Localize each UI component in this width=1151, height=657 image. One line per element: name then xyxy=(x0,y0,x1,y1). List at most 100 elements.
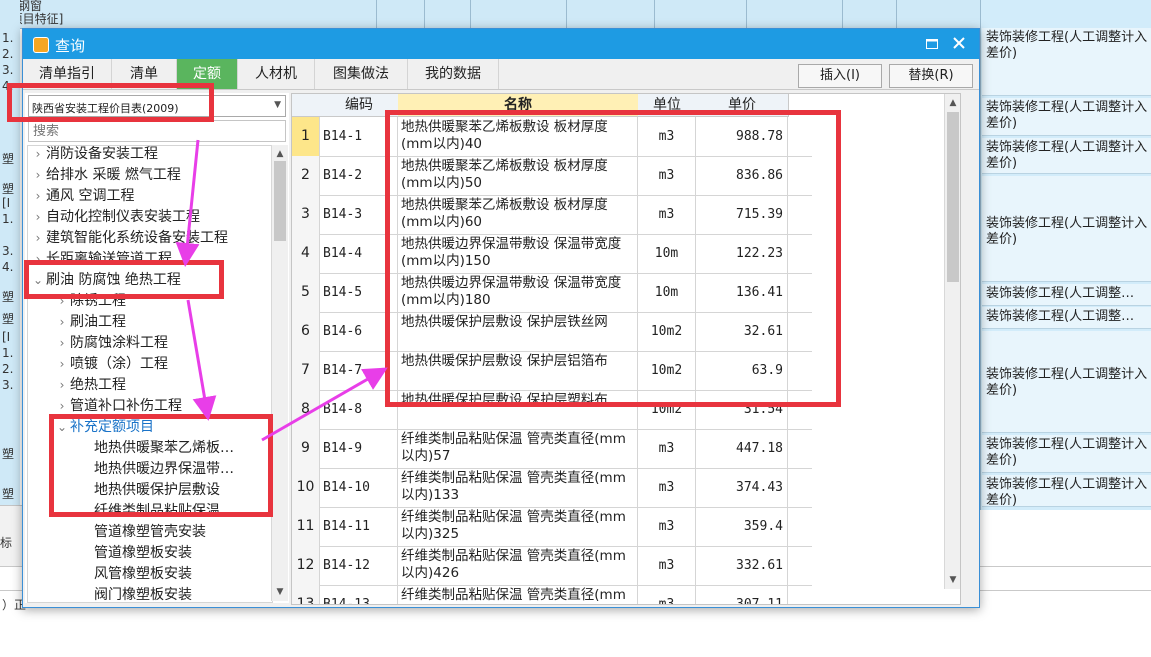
tree-item[interactable]: 管道橡塑板安装 xyxy=(78,543,192,563)
scroll-down-icon[interactable]: ▼ xyxy=(272,585,288,599)
row-index: 4 xyxy=(292,234,320,273)
table-row[interactable]: 1 B14-1 地热供暖聚苯乙烯板敷设 板材厚度(mm以内)40 m3 988.78 xyxy=(292,117,812,157)
grid-header-price[interactable]: 单价 xyxy=(696,94,789,117)
bg-top-row: 塑钢窗 [项目特征] xyxy=(0,0,980,29)
tree-item[interactable]: › 消防设备安装工程 xyxy=(30,146,158,164)
bg-left-text: 3. xyxy=(2,63,14,77)
table-row[interactable]: 11 B14-11 纤维类制品粘贴保温 管壳类直径(mm以内)325 m3 359.4 xyxy=(292,507,812,547)
grid-scrollbar[interactable]: ▲ ▼ xyxy=(944,94,960,589)
tree-item[interactable]: › 自动化控制仪表安装工程 xyxy=(30,207,200,227)
tree-item[interactable]: › 绝热工程 xyxy=(54,375,126,395)
table-row[interactable]: 8 B14-8 地热供暖保护层敷设 保护层塑料布 10m2 31.54 xyxy=(292,390,812,430)
bg-left-text: 塑 xyxy=(2,312,15,326)
tree-item[interactable]: 地热供暖保护层敷设 xyxy=(78,480,220,500)
cell-code: B14-9 xyxy=(320,429,398,468)
tree-item[interactable]: › 防腐蚀涂料工程 xyxy=(54,333,168,353)
chevron-right-icon[interactable]: › xyxy=(54,354,70,374)
tree-item[interactable]: › 除锈工程 xyxy=(54,291,126,311)
chevron-right-icon[interactable]: › xyxy=(54,312,70,332)
tab-bill-guide[interactable]: 清单指引 xyxy=(23,59,112,89)
scroll-up-icon[interactable]: ▲ xyxy=(272,147,288,161)
chevron-down-icon[interactable]: ⌄ xyxy=(54,417,70,437)
bg-left-text: 3. xyxy=(2,244,14,258)
tree-item[interactable]: › 通风 空调工程 xyxy=(30,186,135,206)
tab-bill[interactable]: 清单 xyxy=(112,59,177,89)
tab-quota[interactable]: 定额 xyxy=(177,59,238,89)
row-index: 7 xyxy=(292,351,320,390)
tree-item[interactable]: › 建筑智能化系统设备安装工程 xyxy=(30,228,228,248)
tree-item[interactable]: › 刷油工程 xyxy=(54,312,126,332)
tree-item[interactable]: ⌄ 补充定额项目 xyxy=(54,417,154,437)
chevron-right-icon[interactable]: › xyxy=(30,207,46,227)
tree-scrollbar[interactable]: ▲ ▼ xyxy=(271,145,288,601)
tree-item[interactable]: › 喷镀（涂）工程 xyxy=(54,354,168,374)
library-dropdown[interactable]: 陕西省安装工程价目表(2009) ▼ xyxy=(28,95,286,117)
grid-header-unit[interactable]: 单位 xyxy=(638,94,697,117)
cell-name: 地热供暖边界保温带敷设 保温带宽度(mm以内)180 xyxy=(398,273,638,312)
tree-item[interactable]: 管道橡塑管壳安装 xyxy=(78,522,206,542)
bg-left-text: 塑 xyxy=(2,182,15,196)
tree-item[interactable]: 风管橡塑板安装 xyxy=(78,564,192,584)
tree-item[interactable]: 地热供暖聚苯乙烯板… xyxy=(78,438,234,458)
cell-price: 136.41 xyxy=(696,273,788,312)
cell-price: 31.54 xyxy=(696,390,788,429)
table-row[interactable]: 3 B14-3 地热供暖聚苯乙烯板敷设 板材厚度(mm以内)60 m3 715.39 xyxy=(292,195,812,235)
cell-name: 纤维类制品粘贴保温 管壳类直径(mm以内)426以上 xyxy=(398,585,638,604)
chevron-right-icon[interactable]: › xyxy=(54,396,70,416)
tree-item-label: 自动化控制仪表安装工程 xyxy=(46,209,200,225)
chevron-right-icon[interactable]: › xyxy=(30,165,46,185)
tree-item[interactable]: 地热供暖边界保温带… xyxy=(78,459,234,479)
cell-price: 63.9 xyxy=(696,351,788,390)
grid-header-code[interactable]: 编码 xyxy=(320,94,399,117)
dialog-titlebar[interactable]: 查询 xyxy=(23,29,979,59)
cell-name: 地热供暖保护层敷设 保护层铁丝网 xyxy=(398,312,638,351)
tree-item[interactable]: › 管道补口补伤工程 xyxy=(54,396,182,416)
chevron-right-icon[interactable]: › xyxy=(54,333,70,353)
grid-header-name[interactable]: 名称 xyxy=(398,94,639,117)
cell-unit: 10m2 xyxy=(638,390,696,429)
maximize-icon[interactable] xyxy=(921,33,943,55)
grid-scroll-thumb[interactable] xyxy=(947,112,959,282)
tree-item-label: 通风 空调工程 xyxy=(46,188,135,204)
tree-item[interactable]: › 给排水 采暖 燃气工程 xyxy=(30,165,181,185)
scroll-up-icon[interactable]: ▲ xyxy=(945,96,960,110)
tab-materials[interactable]: 人材机 xyxy=(238,59,315,89)
tree-item-label: 防腐蚀涂料工程 xyxy=(70,335,168,351)
table-row[interactable]: 12 B14-12 纤维类制品粘贴保温 管壳类直径(mm以内)426 m3 332.61 xyxy=(292,546,812,586)
tab-my-data[interactable]: 我的数据 xyxy=(408,59,499,89)
tab-atlas-method[interactable]: 图集做法 xyxy=(315,59,408,89)
app-icon xyxy=(33,37,49,53)
search-input[interactable] xyxy=(28,120,286,142)
insert-button[interactable]: 插入(I) xyxy=(798,64,882,88)
table-row[interactable]: 6 B14-6 地热供暖保护层敷设 保护层铁丝网 10m2 32.61 xyxy=(292,312,812,352)
tree-item-label: 除锈工程 xyxy=(70,293,126,309)
tree-scroll-thumb[interactable] xyxy=(274,161,286,241)
tree-item[interactable]: › 长距离输送管道工程 xyxy=(30,249,172,269)
table-row[interactable]: 4 B14-4 地热供暖边界保温带敷设 保温带宽度(mm以内)150 10m 122.2… xyxy=(292,234,812,274)
tree-item[interactable]: ⌄ 刷油 防腐蚀 绝热工程 xyxy=(30,270,181,290)
replace-button[interactable]: 替换(R) xyxy=(889,64,973,88)
tree-item[interactable]: 阀门橡塑板安装 xyxy=(78,585,192,602)
table-row[interactable]: 2 B14-2 地热供暖聚苯乙烯板敷设 板材厚度(mm以内)50 m3 836.86 xyxy=(292,156,812,196)
tree-item-label: 管道橡塑管壳安装 xyxy=(94,524,206,540)
chevron-right-icon[interactable]: › xyxy=(30,228,46,248)
table-row[interactable]: 10 B14-10 纤维类制品粘贴保温 管壳类直径(mm以内)133 m3 374.43 xyxy=(292,468,812,508)
chevron-right-icon[interactable]: › xyxy=(30,186,46,206)
table-row[interactable]: 13B14-13纤维类制品粘贴保温 管壳类直径(mm以内)426以上m3307.… xyxy=(292,585,812,604)
table-row[interactable]: 7 B14-7 地热供暖保护层敷设 保护层铝箔布 10m2 63.9 xyxy=(292,351,812,391)
cell-name: 地热供暖边界保温带敷设 保温带宽度(mm以内)150 xyxy=(398,234,638,273)
bg-col-divider xyxy=(654,0,655,28)
chevron-right-icon[interactable]: › xyxy=(54,375,70,395)
tree-item-label: 建筑智能化系统设备安装工程 xyxy=(46,230,228,246)
bg-right-cell: 装饰装修工程(人工调整计入差价) xyxy=(982,435,1151,473)
chevron-right-icon[interactable]: › xyxy=(54,291,70,311)
bg-left-text: 1. xyxy=(2,31,14,45)
chevron-down-icon[interactable]: ⌄ xyxy=(30,270,46,290)
tree-item[interactable]: 纤维类制品粘贴保温 xyxy=(78,501,220,521)
scroll-down-icon[interactable]: ▼ xyxy=(945,573,960,587)
table-row[interactable]: 5 B14-5 地热供暖边界保温带敷设 保温带宽度(mm以内)180 10m 136.4… xyxy=(292,273,812,313)
chevron-right-icon[interactable]: › xyxy=(30,146,46,164)
table-row[interactable]: 9 B14-9 纤维类制品粘贴保温 管壳类直径(mm以内)57 m3 447.18 xyxy=(292,429,812,469)
chevron-right-icon[interactable]: › xyxy=(30,249,46,269)
close-icon[interactable] xyxy=(948,33,970,55)
